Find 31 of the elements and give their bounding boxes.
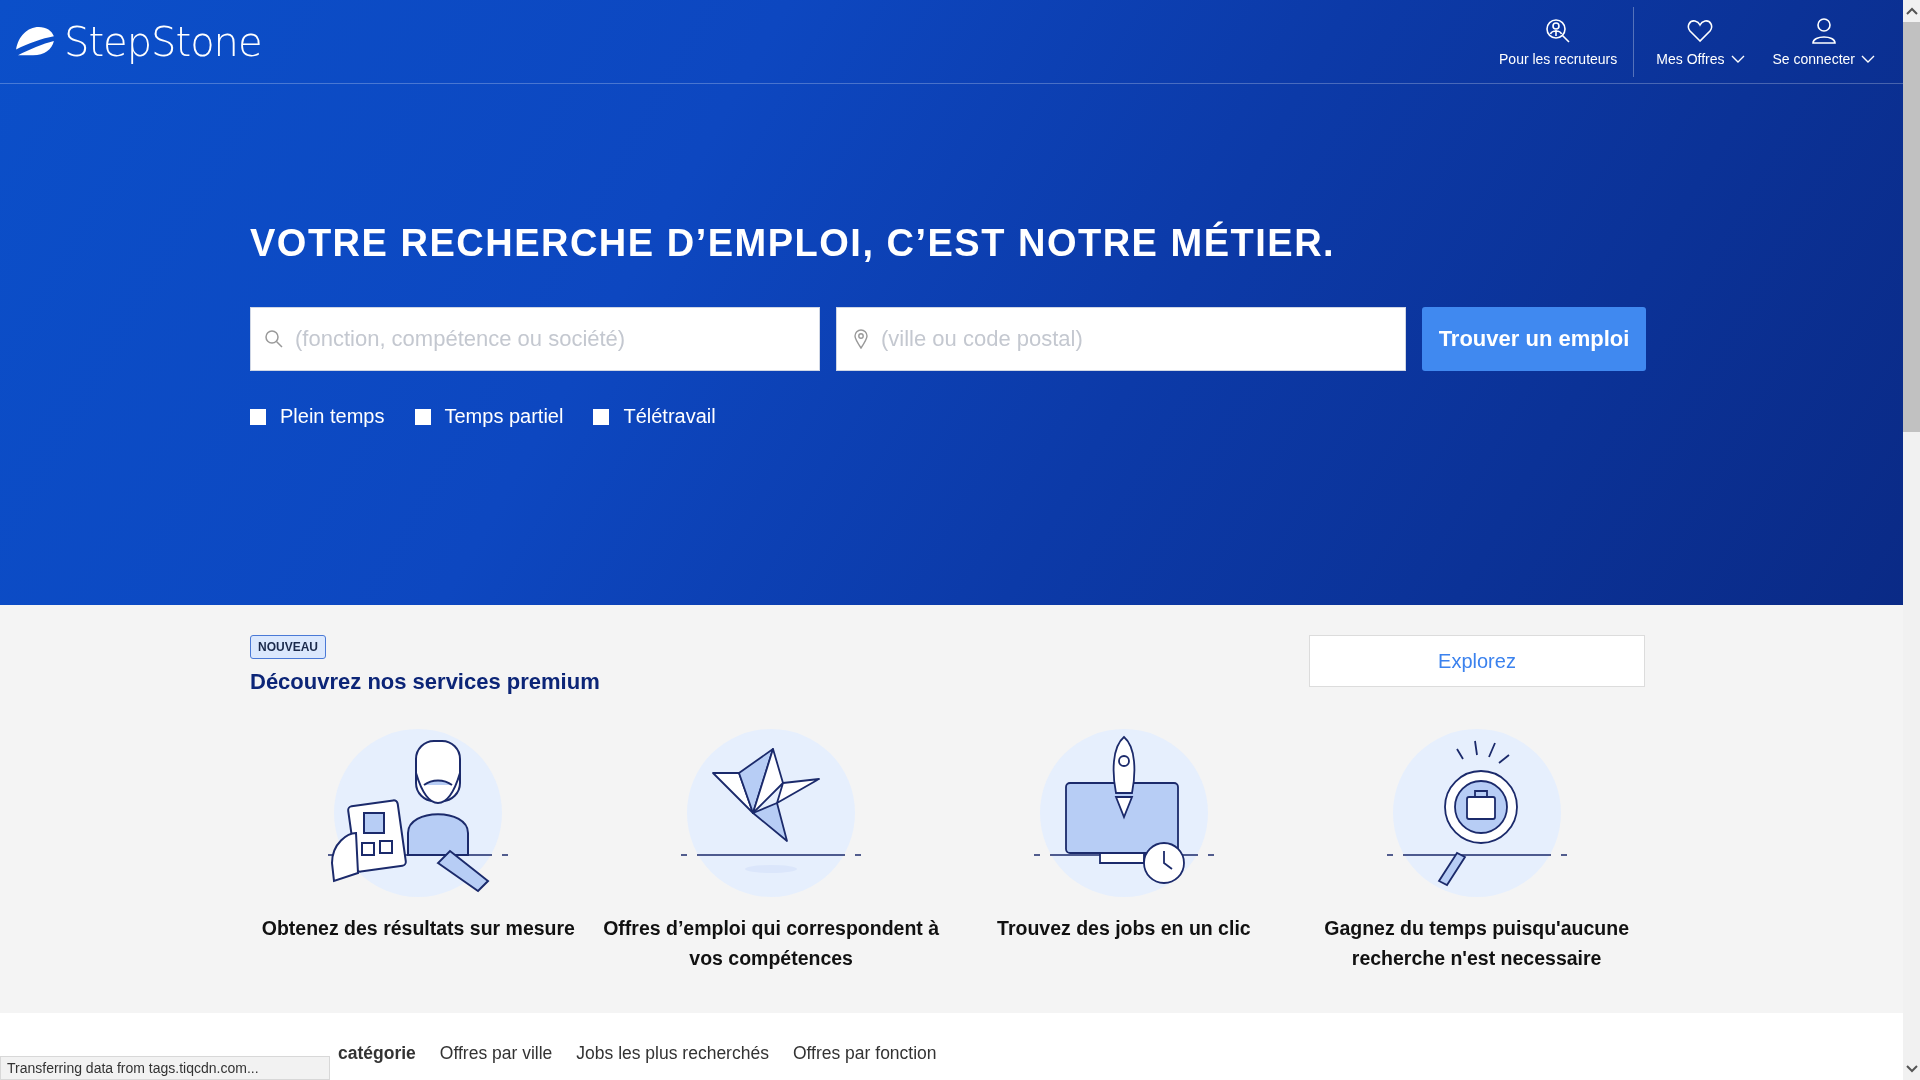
feature-caption: Offres d’emploi qui correspondent à vos compétences [602, 916, 940, 971]
browser-status-bar: Transferring data from tags.tiqcdn.com... [0, 1056, 330, 1080]
user-icon [1809, 16, 1838, 45]
category-tab[interactable]: catégorie [338, 1043, 416, 1064]
feature-caption: Trouvez des jobs en un clic [997, 916, 1251, 941]
checkbox-label: Plein temps [280, 405, 385, 428]
new-badge: NOUVEAU [250, 635, 326, 659]
checkbox[interactable] [593, 408, 610, 425]
scrollbar[interactable] [1903, 0, 1920, 1080]
category-tab[interactable]: Jobs les plus recherchés [576, 1043, 769, 1064]
job-search-field[interactable]: (fonction, compétence ou société) [250, 307, 820, 371]
explore-button[interactable]: Explorez [1309, 635, 1645, 687]
nav-link[interactable]: Pour les recruteurs [1485, 6, 1635, 77]
category-tab[interactable]: Offres par fonction [792, 1043, 937, 1064]
nav-link[interactable]: Mes Offres [1642, 6, 1759, 77]
section-title: Découvrez nos services premium [250, 669, 600, 695]
feature-caption: Gagnez du temps puisqu'aucune recherche n'est necessaire [1323, 916, 1630, 971]
checkbox[interactable] [250, 408, 266, 425]
hero-title: VOTRE RECHERCHE D’EMPLOI, C’EST NOTRE MÉTIER. [250, 222, 1337, 265]
search-icon [264, 329, 284, 349]
scroll-up-icon[interactable] [1905, 7, 1918, 15]
logo-text: StepStone [64, 18, 262, 65]
nav-link[interactable]: Se connecter [1758, 6, 1889, 77]
feature-caption: Obtenez des résultats sur mesure [261, 916, 575, 941]
checkbox-label: Temps partiel [444, 405, 564, 428]
checkbox-label: Télétravail [623, 405, 716, 428]
scroll-down-icon[interactable] [1905, 1065, 1918, 1073]
category-tab[interactable]: Offres par ville [439, 1043, 553, 1064]
location-field[interactable]: (ville ou code postal) [836, 307, 1406, 371]
checkbox[interactable] [414, 408, 431, 425]
location-pin-icon [854, 329, 868, 349]
